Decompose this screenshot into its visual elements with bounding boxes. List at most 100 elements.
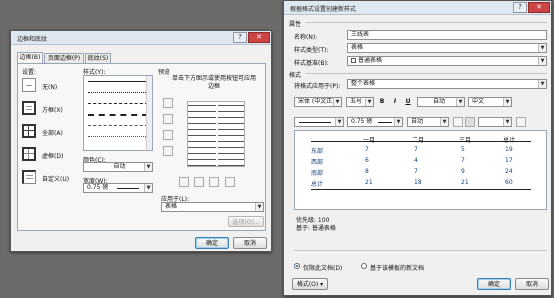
top-border-button[interactable]	[163, 98, 173, 108]
style-scrollbar[interactable]	[146, 76, 152, 150]
style-name-input[interactable]: 三线表	[347, 30, 547, 40]
diagonal-down-button[interactable]	[163, 146, 173, 156]
table-row-label: 南部	[311, 170, 324, 177]
title-bar: 边框和底纹 ? ✕	[11, 31, 271, 45]
setting-none[interactable]: 无(N)	[22, 76, 78, 96]
line-style-dashed-small[interactable]	[88, 103, 148, 104]
chevron-down-icon: ▼	[144, 163, 152, 171]
apply-to-select[interactable]: 表格 ▼	[161, 202, 264, 212]
cell-alignment-select[interactable]: ▼	[478, 117, 512, 127]
only-this-document-label: 仅限此文档(D)	[303, 265, 343, 272]
ok-button[interactable]: 确定	[195, 237, 229, 249]
table-cell: 7	[414, 168, 418, 175]
setting-custom-icon	[22, 170, 36, 184]
table-header-cell: 三月	[459, 137, 472, 144]
table-cell: 7	[461, 157, 465, 164]
setting-box[interactable]: 方框(X)	[22, 99, 78, 119]
underline-button[interactable]: U	[403, 97, 413, 107]
right-border-button[interactable]	[209, 177, 219, 187]
based-on-select[interactable]: 普通表格 ▼	[347, 56, 547, 66]
cancel-button[interactable]: 取消	[515, 278, 549, 290]
borders-button[interactable]	[453, 117, 463, 127]
font-select[interactable]: 宋体 (中文正文) ▼	[294, 97, 342, 107]
border-width-select[interactable]: 0.75 磅 ▼	[347, 117, 403, 127]
dialog-title: 边框和底纹	[17, 36, 48, 43]
table-row-label: 总计	[311, 181, 324, 188]
type-label: 样式类型(T):	[294, 47, 329, 54]
format-menu-button[interactable]: 格式(O) ▾	[292, 278, 328, 290]
ok-button[interactable]: 确定	[477, 278, 511, 290]
diagonal-up-button[interactable]	[225, 177, 235, 187]
table-cell: 18	[414, 179, 422, 186]
options-button[interactable]: 选项(O)...	[228, 216, 264, 227]
name-label: 名称(N):	[294, 34, 318, 41]
setting-custom[interactable]: 自定义(U)	[22, 168, 78, 188]
only-this-document-radio[interactable]	[294, 263, 300, 269]
line-style-dashed[interactable]	[88, 114, 148, 116]
line-style-solid[interactable]	[88, 81, 148, 82]
table-cell: 19	[505, 146, 513, 153]
chevron-down-icon: ▼	[503, 118, 511, 126]
tab-borders[interactable]: 边框(B)	[17, 52, 43, 63]
table-header-cell: 一月	[363, 137, 376, 144]
chevron-down-icon: ▼	[538, 80, 546, 88]
left-border-button[interactable]	[179, 177, 189, 187]
close-button[interactable]: ✕	[528, 2, 550, 13]
apply-format-select[interactable]: 整个表格 ▼	[347, 79, 547, 89]
setting-all[interactable]: 全部(A)	[22, 122, 78, 142]
style-type-select[interactable]: 表格 ▼	[347, 43, 547, 53]
inside-h-border-button[interactable]	[163, 114, 173, 124]
tab-page-borders[interactable]: 页面边框(P)	[44, 53, 84, 63]
new-style-dialog: 根据格式设置创建新样式 ? ✕ 属性 名称(N): 三线表 样式类型(T): 表…	[283, 0, 552, 296]
properties-label: 属性	[289, 21, 302, 28]
preview-label: 预览	[158, 69, 171, 76]
preview-table[interactable]	[187, 101, 245, 167]
table-header-cell: 总计	[503, 137, 516, 144]
format-label: 格式	[289, 72, 302, 79]
setting-grid[interactable]: 虚框(D)	[22, 145, 78, 165]
font-color-select[interactable]: 自动 ▼	[417, 97, 465, 107]
help-button[interactable]: ?	[513, 2, 527, 13]
width-select[interactable]: 0.75 磅 ▼	[83, 183, 153, 193]
cancel-button[interactable]: 取消	[233, 237, 267, 249]
based-on-text: 基于: 普通表格	[296, 225, 336, 232]
style-type-value: 表格	[351, 44, 364, 51]
close-button[interactable]: ✕	[248, 32, 270, 43]
preview-divider	[216, 102, 218, 166]
line-style-dotted[interactable]	[88, 92, 148, 93]
table-cell: 4	[414, 157, 418, 164]
bottom-border-button[interactable]	[163, 130, 173, 140]
table-cell: 7	[414, 146, 418, 153]
chevron-down-icon: ▼	[333, 98, 341, 106]
setting-all-icon	[22, 124, 36, 138]
help-button[interactable]: ?	[233, 32, 247, 43]
script-select[interactable]: 中文 ▼	[468, 97, 512, 107]
borders-shading-dialog: 边框和底纹 ? ✕ 边框(B) 页面边框(P) 底纹(S) 设置: 无(N) 方…	[10, 30, 272, 252]
shading-button[interactable]	[465, 117, 475, 127]
font-size-value: 五号	[350, 98, 363, 105]
setting-label: 无(N)	[42, 84, 58, 91]
italic-button[interactable]: I	[390, 97, 400, 107]
line-style-list[interactable]	[83, 75, 153, 151]
new-documents-radio[interactable]	[361, 263, 367, 269]
preview-hint-text: 单击下方图示或使用按钮可应用边框	[171, 75, 256, 90]
bold-button[interactable]: B	[377, 97, 387, 107]
title-bar: 根据格式设置创建新样式 ? ✕	[284, 1, 551, 15]
width-value: 0.75 磅	[87, 184, 109, 191]
table-icon	[351, 58, 356, 63]
border-style-select[interactable]: ▼	[294, 117, 344, 127]
setting-box-icon	[22, 101, 36, 115]
based-on-value: 普通表格	[358, 57, 383, 64]
font-size-select[interactable]: 五号 ▼	[346, 97, 374, 107]
setting-label: 虚框(D)	[42, 153, 64, 160]
line-style-double-dash[interactable]	[88, 136, 148, 137]
tab-shading[interactable]: 底纹(S)	[85, 53, 111, 63]
script-value: 中文	[472, 98, 485, 105]
width-line-sample	[117, 188, 139, 189]
cell-alignment-button[interactable]	[516, 117, 526, 127]
based-on-label: 样式基准(B):	[294, 60, 329, 67]
border-color-select[interactable]: 自动 ▼	[407, 117, 449, 127]
color-select[interactable]: 自动 ▼	[83, 162, 153, 172]
line-style-dash-dot[interactable]	[88, 125, 148, 126]
inside-v-border-button[interactable]	[194, 177, 204, 187]
